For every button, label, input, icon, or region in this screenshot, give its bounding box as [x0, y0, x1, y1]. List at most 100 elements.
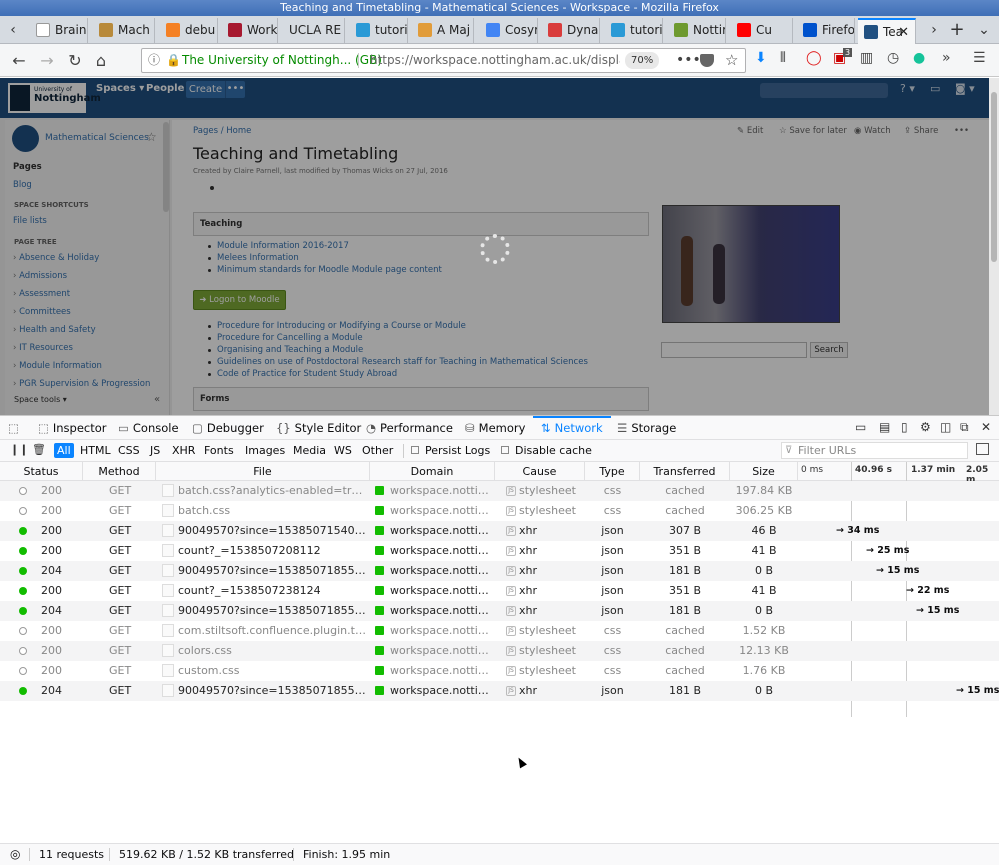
browser-tab[interactable]: UCLA RE [283, 18, 345, 43]
filter-other[interactable]: Other [359, 443, 396, 458]
history-icon[interactable]: ◷ [887, 50, 899, 66]
col-file[interactable]: File [156, 462, 370, 481]
browser-tab[interactable]: Dyna [542, 18, 600, 43]
col-method[interactable]: Method [83, 462, 156, 481]
devtools-tab-inspector[interactable]: ⬚ Inspector [38, 416, 107, 440]
tab-scroll-right-icon[interactable]: › [925, 20, 943, 40]
browser-tab[interactable]: Work [222, 18, 278, 43]
element-picker-icon[interactable]: ⬚ [8, 416, 23, 440]
url-bar[interactable]: ⓘ 🔒 The University of Nottingh... (GB) h… [141, 48, 746, 73]
browser-tab[interactable]: Tea ✕ [858, 18, 916, 44]
reload-icon[interactable]: ↻ [64, 50, 86, 72]
menu-icon[interactable]: ☰ [973, 50, 986, 66]
dock-icon[interactable]: ▭ [855, 420, 866, 434]
browser-tab[interactable]: Cu [731, 18, 793, 43]
table-row[interactable]: JS 204 GET 90049570?since=153850718552... wo… [0, 561, 999, 581]
cell-domain: workspace.nottin... [390, 604, 493, 617]
devtools-tab-memory[interactable]: ⛁ Memory [465, 416, 525, 440]
col-domain[interactable]: Domain [370, 462, 495, 481]
browser-tab[interactable]: tutori [605, 18, 663, 43]
col-cause[interactable]: Cause [495, 462, 585, 481]
new-tab-icon[interactable]: + [948, 20, 966, 40]
forward-icon[interactable]: → [36, 50, 58, 72]
browser-tab[interactable]: Firefo [797, 18, 855, 43]
status-dot-icon [19, 667, 27, 675]
cell-size: 41 B [751, 584, 777, 597]
devtools-tab-debugger[interactable]: ▢ Debugger [192, 416, 264, 440]
pocket-icon[interactable] [700, 54, 714, 67]
browser-tab[interactable]: debu [160, 18, 218, 43]
table-row[interactable]: JS 200 GET count?_=1538507238124 workspace.n… [0, 581, 999, 601]
filter-urls-input[interactable]: Filter URLs [781, 442, 968, 459]
browser-tab[interactable]: Cosyr [480, 18, 538, 43]
settings-gear-icon[interactable]: ⚙ [920, 420, 931, 434]
col-type[interactable]: Type [585, 462, 640, 481]
split-console-icon[interactable]: ▤ [879, 420, 890, 434]
browser-tab[interactable]: Brain [30, 18, 88, 43]
col-transferred[interactable]: Transferred [640, 462, 730, 481]
performance-icon[interactable]: ◎ [10, 844, 20, 865]
pause-icon[interactable]: ❙❙ [10, 443, 28, 456]
close-tab-icon[interactable]: ✕ [898, 20, 909, 44]
filter-html[interactable]: HTML [77, 443, 114, 458]
page-actions-icon[interactable]: ••• [676, 49, 701, 72]
col-status[interactable]: Status [0, 462, 83, 481]
overflow-icon[interactable]: » [942, 50, 951, 66]
status-divider [109, 848, 110, 861]
page-scrollbar-thumb[interactable] [991, 92, 997, 262]
download-icon[interactable]: ⬇ [755, 50, 767, 66]
table-row[interactable]: JS 200 GET com.stiltsoft.confluence.plugin.… [0, 621, 999, 641]
table-row[interactable]: JS 204 GET 90049570?since=153850718552... wo… [0, 681, 999, 701]
table-row[interactable]: JS 200 GET custom.css workspace.nottin... sty… [0, 661, 999, 681]
filter-css[interactable]: CSS [115, 443, 143, 458]
browser-tab[interactable]: A Maj [412, 18, 474, 43]
grammarly-icon[interactable]: ● [913, 50, 925, 66]
responsive-design-icon[interactable]: ▯ [901, 420, 908, 434]
tab-list-icon[interactable]: ⌄ [975, 20, 993, 40]
url-text[interactable]: https://workspace.nottingham.ac.uk/displ… [370, 49, 620, 72]
filter-media[interactable]: Media [290, 443, 329, 458]
table-row[interactable]: JS 200 GET batch.css workspace.nottin... styl… [0, 501, 999, 521]
site-identity[interactable]: The University of Nottingh... (GB) [182, 49, 382, 72]
table-row[interactable]: JS 200 GET 90049570?since=153850715404... wo… [0, 521, 999, 541]
browser-tab[interactable]: Mach [93, 18, 155, 43]
network-filter-bar: ❙❙ 🗑 All HTML CSS JS XHR Fonts Images Media WS Ot… [0, 440, 999, 462]
devtools-tab-console[interactable]: ▭ Console [118, 416, 179, 440]
dock-side-icon[interactable]: ◫ [940, 420, 951, 434]
close-devtools-icon[interactable]: ✕ [981, 420, 991, 434]
browser-tab[interactable]: tutori [350, 18, 408, 43]
filter-images[interactable]: Images [242, 443, 288, 458]
browser-tab[interactable]: Nottir [668, 18, 726, 43]
zoom-indicator[interactable]: 70% [625, 52, 660, 69]
table-row[interactable]: JS 204 GET 90049570?since=153850718552... wo… [0, 601, 999, 621]
separate-window-icon[interactable]: ⧉ [960, 420, 969, 435]
info-icon[interactable]: ⓘ [148, 49, 160, 72]
filter-ws[interactable]: WS [331, 443, 355, 458]
table-row[interactable]: JS 200 GET batch.css?analytics-enabled=true… [0, 481, 999, 501]
back-icon[interactable]: ← [8, 50, 30, 72]
library-icon[interactable]: ⫴ [780, 50, 786, 66]
sidebar-icon[interactable]: ▥ [860, 50, 873, 66]
page-scrollbar[interactable] [989, 78, 999, 415]
persist-logs-checkbox[interactable]: Persist Logs [411, 444, 490, 457]
cell-transferred: cached [665, 644, 705, 657]
devtools-tab-style-editor[interactable]: {} Style Editor [276, 416, 361, 440]
col-size[interactable]: Size [730, 462, 798, 481]
devtools-tab-network[interactable]: ⇅ Network [533, 416, 611, 440]
devtools-tab-performance[interactable]: ◔ Performance [366, 416, 453, 440]
toggle-sidebar-icon[interactable] [976, 443, 989, 455]
filter-all[interactable]: All [54, 443, 74, 458]
disable-cache-checkbox[interactable]: Disable cache [501, 444, 592, 457]
table-row[interactable]: JS 200 GET colors.css workspace.nottin... sty… [0, 641, 999, 661]
devtools-tab-storage[interactable]: ☰ Storage [617, 416, 676, 440]
filter-js[interactable]: JS [147, 443, 163, 458]
clear-icon[interactable]: 🗑 [32, 443, 46, 456]
table-row[interactable]: JS 200 GET count?_=1538507208112 workspace.n… [0, 541, 999, 561]
bookmark-star-icon[interactable]: ☆ [725, 49, 738, 72]
opera-icon[interactable]: ◯ [806, 50, 822, 66]
home-icon[interactable]: ⌂ [90, 50, 112, 72]
tab-scroll-left-icon[interactable]: ‹ [4, 20, 22, 40]
filter-xhr[interactable]: XHR [169, 443, 198, 458]
lock-icon[interactable]: 🔒 [166, 49, 181, 72]
filter-fonts[interactable]: Fonts [201, 443, 237, 458]
